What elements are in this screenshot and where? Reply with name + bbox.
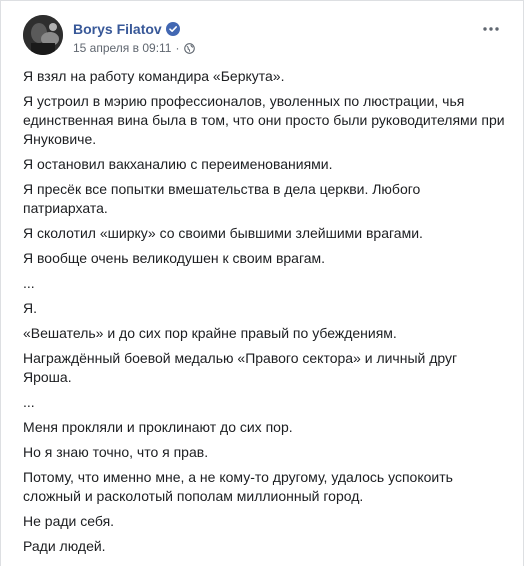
paragraph: Я остановил вакханалию с переименованиям…: [23, 156, 333, 172]
author-line: Borys Filatov: [73, 20, 180, 38]
facebook-post: Borys Filatov 15 апреля в 09:11 · Я взял…: [0, 0, 524, 566]
paragraph: Меня прокляли и проклинают до сих пор.: [23, 419, 293, 435]
paragraph: ...: [23, 275, 35, 291]
post-timestamp[interactable]: 15 апреля в 09:11: [73, 41, 171, 55]
meta-separator: ·: [175, 41, 180, 55]
paragraph: Но я знаю точно, что я прав.: [23, 444, 209, 460]
paragraph: Потому, что именно мне, а не кому-то дру…: [23, 469, 453, 504]
globe-icon[interactable]: [184, 42, 196, 54]
post-header: Borys Filatov 15 апреля в 09:11 ·: [23, 15, 509, 61]
avatar[interactable]: [23, 15, 63, 55]
paragraph: Я пресёк все попытки вмешательства в дел…: [23, 181, 421, 216]
paragraph: Я устроил в мэрию профессионалов, уволен…: [23, 93, 505, 147]
paragraph: Я сколотил «ширку» со своими бывшими зле…: [23, 225, 423, 241]
paragraph: Я взял на работу командира «Беркута».: [23, 68, 285, 84]
post-body: Я взял на работу командира «Беркута». Я …: [23, 67, 505, 562]
paragraph: Я вообще очень великодушен к своим врага…: [23, 250, 326, 266]
paragraph: Я.: [23, 300, 37, 316]
author-name[interactable]: Borys Filatov: [73, 21, 162, 37]
paragraph: «Вешатель» и до сих пор крайне правый по…: [23, 325, 397, 341]
more-options-icon[interactable]: [479, 21, 503, 37]
paragraph: ...: [23, 394, 35, 410]
verified-badge-icon: [165, 22, 180, 36]
post-meta: 15 апреля в 09:11 ·: [73, 41, 196, 55]
paragraph: Ради людей.: [23, 538, 106, 554]
paragraph: Награждённый боевой медалью «Правого сек…: [23, 350, 458, 385]
paragraph: Не ради себя.: [23, 513, 115, 529]
